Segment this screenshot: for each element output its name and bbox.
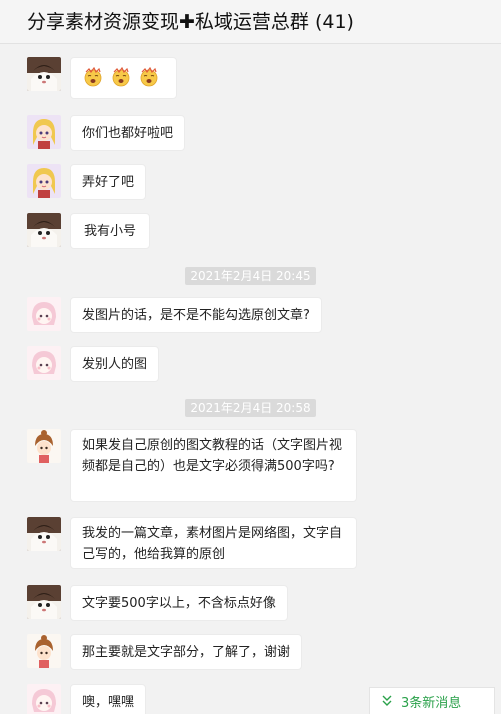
chat-title[interactable]: 分享素材资源变现✚私域运营总群 (41): [27, 7, 354, 34]
message-bubble[interactable]: 你们也都好啦吧: [70, 115, 186, 151]
message-bubble[interactable]: [70, 57, 177, 99]
yawn-emoji-icon: [139, 66, 159, 87]
timestamp-label: 2021年2月4日 20:45: [185, 267, 316, 285]
cat-avatar[interactable]: [27, 57, 61, 91]
message-text: 发别人的图: [82, 357, 148, 372]
cat-avatar[interactable]: [27, 213, 61, 247]
message-text: 弄好了吧: [82, 175, 135, 190]
timestamp: 2021年2月4日 20:45: [0, 265, 501, 285]
message-bubble[interactable]: 我发的一篇文章，素材图片是网络图，文字自己写的，他给我算的原创: [70, 517, 357, 569]
pink-girl-avatar[interactable]: [27, 297, 61, 331]
message-bubble[interactable]: 如果发自己原创的图文教程的话（文字图片视频都是自己的）也是文字必须得满500字吗…: [70, 429, 357, 502]
message-text: 我有小号: [84, 224, 137, 239]
new-messages-button[interactable]: 3条新消息: [369, 687, 495, 714]
cat-avatar[interactable]: [27, 585, 61, 619]
message-text: 如果发自己原创的图文教程的话（文字图片视频都是自己的）也是文字必须得满500字吗…: [82, 438, 343, 474]
message-bubble[interactable]: 文字要500字以上，不含标点好像: [70, 585, 288, 621]
pink-girl-avatar[interactable]: [27, 346, 61, 380]
anime-girl-avatar[interactable]: [27, 164, 61, 198]
yawn-emoji-icon: [111, 66, 131, 87]
anime-girl-avatar[interactable]: [27, 115, 61, 149]
cat-avatar[interactable]: [27, 517, 61, 551]
chat-window: 分享素材资源变现✚私域运营总群 (41) 你们也都好啦吧 弄好了吧 我有小号 2…: [0, 0, 501, 714]
chat-header: 分享素材资源变现✚私域运营总群 (41): [0, 0, 501, 44]
timestamp-label: 2021年2月4日 20:58: [185, 399, 316, 417]
message-text: 你们也都好啦吧: [82, 126, 174, 141]
message-text: 文字要500字以上，不含标点好像: [82, 596, 276, 611]
message-text: 我发的一篇文章，素材图片是网络图，文字自己写的，他给我算的原创: [82, 526, 343, 562]
message-bubble[interactable]: 那主要就是文字部分，了解了，谢谢: [70, 634, 303, 670]
message-text: 发图片的话，是不是不能勾选原创文章?: [82, 308, 310, 323]
yawn-emoji-icon: [83, 66, 103, 87]
message-text: 噢，嘿嘿: [82, 695, 135, 710]
emoji-row: [83, 66, 164, 87]
double-chevron-down-icon: [381, 694, 393, 708]
pink-girl-avatar[interactable]: [27, 684, 61, 714]
message-text: 那主要就是文字部分，了解了，谢谢: [82, 645, 291, 660]
chibi-avatar[interactable]: [27, 429, 61, 463]
timestamp: 2021年2月4日 20:58: [0, 397, 501, 417]
message-bubble[interactable]: 弄好了吧: [70, 164, 147, 200]
message-bubble[interactable]: 噢，嘿嘿: [70, 684, 147, 714]
message-bubble[interactable]: 发别人的图: [70, 346, 160, 382]
message-bubble[interactable]: 发图片的话，是不是不能勾选原创文章?: [70, 297, 322, 333]
message-bubble[interactable]: 我有小号: [70, 213, 151, 249]
new-messages-label: 3条新消息: [401, 696, 462, 711]
chibi-avatar[interactable]: [27, 634, 61, 668]
